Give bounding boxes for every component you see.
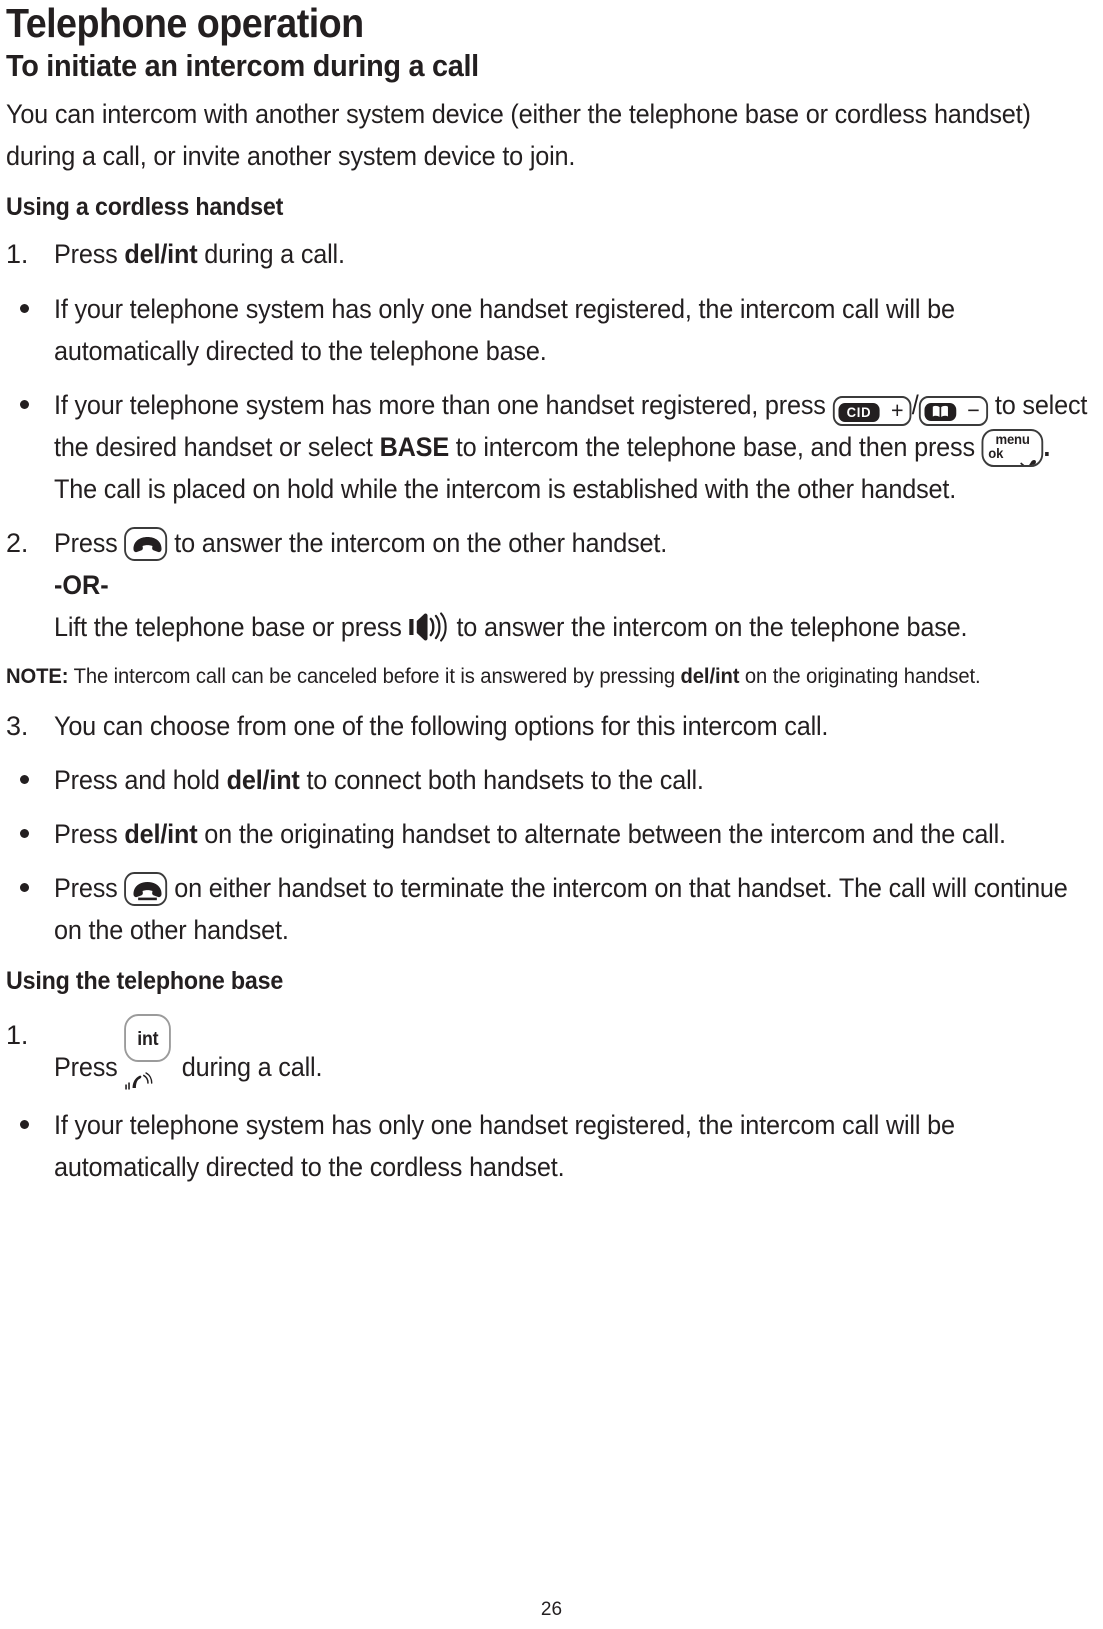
list-item: If your telephone system has only one ha…	[6, 288, 1097, 372]
cordless-handset-steps-3: 3. You can choose from one of the follow…	[6, 705, 1097, 747]
step-1-base-post: during a call.	[174, 1051, 323, 1082]
step-3-cordless: 3. You can choose from one of the follow…	[6, 705, 1097, 747]
cordless-handset-bullets-a: If your telephone system has only one ha…	[6, 288, 1097, 511]
key-int-label: int	[137, 1028, 159, 1050]
bullet-text: If your telephone system has only one ha…	[54, 1109, 955, 1182]
bullet-dot-icon	[20, 303, 29, 313]
bullet-2-part-5: The call is placed on hold while the int…	[54, 474, 957, 505]
note-label: NOTE:	[6, 664, 69, 689]
step-2-cordless: 2. Press to answer the intercom on the o…	[6, 522, 1097, 648]
list-item: If your telephone system has more than o…	[6, 384, 1097, 510]
list-item: Press on either handset to terminate the…	[6, 867, 1097, 951]
section-heading-telephone-base: Using the telephone base	[6, 967, 284, 996]
key-cid-plus-sign: +	[891, 396, 904, 423]
base-keyword: BASE	[379, 431, 450, 462]
bullet-dot-icon	[20, 774, 29, 784]
document-page: Telephone operation To initiate an inter…	[0, 0, 1103, 1629]
key-cid-up: CID +	[832, 395, 912, 426]
key-int: int	[124, 1013, 172, 1062]
bullet-3-part-1: Press and hold	[54, 764, 227, 795]
bullet-3-part-2: to connect both handsets to the call.	[299, 764, 704, 795]
key-menu-line-2: ok	[988, 444, 1004, 461]
intro-paragraph: You can intercom with another system dev…	[6, 98, 1031, 171]
list-item: If your telephone system has only one ha…	[6, 1104, 1097, 1188]
list-item: Press and hold del/int to connect both h…	[6, 759, 1097, 801]
list-item: Press del/int on the originating handset…	[6, 813, 1097, 855]
mute-microphone-icon	[1019, 446, 1038, 465]
step-number: 3.	[6, 710, 29, 741]
intercom-waves-icon	[124, 1068, 156, 1098]
bullet-text: If your telephone system has only one ha…	[54, 293, 955, 366]
cordless-handset-steps-2: 2. Press to answer the intercom on the o…	[6, 522, 1097, 648]
step-2-alt-pre: Lift the telephone base or press	[54, 612, 409, 643]
key-cid-cap-label: CID	[838, 402, 880, 422]
key-int-wrapper: int	[124, 1013, 174, 1090]
step-text: Press int during a call.	[54, 1013, 1097, 1090]
step-2-pre: Press	[54, 528, 125, 559]
key-phonebook-down: −	[918, 395, 989, 426]
telephone-base-steps: 1. Press int during a call.	[6, 1013, 1097, 1090]
bullet-5-part-1: Press	[54, 873, 125, 904]
cordless-handset-bullets-b: Press and hold del/int to connect both h…	[6, 759, 1097, 951]
note-part-1: The intercom call can be canceled before…	[68, 664, 681, 689]
speakerphone-icon	[409, 611, 450, 643]
step-1-post: during a call.	[197, 239, 345, 270]
step-number: 2.	[6, 528, 29, 559]
bullet-text: Press on either handset to terminate the…	[54, 867, 1097, 951]
note-key-del-int: del/int	[680, 664, 740, 689]
bullet-5-part-2: on either handset to terminate the inter…	[54, 873, 1068, 946]
bullet-2-period: .	[1043, 431, 1051, 462]
page-title: Telephone operation	[6, 0, 364, 46]
or-separator: -OR-	[54, 570, 109, 601]
bullet-dot-icon	[20, 399, 29, 409]
step-1-base-pre: Press	[54, 1051, 125, 1082]
key-del-int-label: del/int	[124, 239, 198, 270]
step-text: Press del/int during a call.	[54, 233, 1097, 275]
section-heading-cordless-handset: Using a cordless handset	[6, 192, 284, 221]
bullet-text: Press del/int on the originating handset…	[54, 813, 1097, 855]
phonebook-icon	[924, 402, 957, 421]
step-2-post: to answer the intercom on the other hand…	[167, 528, 668, 559]
step-1-pre: Press	[54, 239, 125, 270]
handset-talk-icon	[124, 527, 168, 562]
step-number: 1.	[6, 1019, 29, 1050]
step-1-cordless: 1. Press del/int during a call.	[6, 233, 1097, 275]
bullet-dot-icon	[20, 828, 29, 838]
step-text: Press to answer the intercom on the othe…	[54, 522, 1097, 648]
bullet-dot-icon	[20, 883, 29, 893]
bullet-text: Press and hold del/int to connect both h…	[54, 759, 1097, 801]
bullet-4-part-1: Press	[54, 818, 125, 849]
key-phonebook-minus-sign: −	[967, 396, 980, 423]
step-1-base: 1. Press int during a call.	[6, 1013, 1097, 1090]
handset-end-icon	[124, 872, 168, 907]
bullet-2-part-3: to intercom the telephone base, and then…	[448, 431, 982, 462]
telephone-base-bullets: If your telephone system has only one ha…	[6, 1104, 1097, 1188]
key-del-int-label: del/int	[124, 818, 198, 849]
bullet-4-part-2: on the originating handset to alternate …	[197, 818, 1006, 849]
key-del-int-label: del/int	[226, 764, 300, 795]
step-number: 1.	[6, 239, 29, 270]
key-separator: /	[911, 389, 919, 420]
bullet-2-part-1: If your telephone system has more than o…	[54, 389, 833, 420]
note-paragraph: NOTE: The intercom call can be canceled …	[6, 660, 1093, 692]
page-subtitle: To initiate an intercom during a call	[6, 48, 479, 84]
note-part-2: on the originating handset.	[739, 664, 981, 689]
cordless-handset-steps: 1. Press del/int during a call.	[6, 233, 1097, 275]
key-menu-ok: menu ok	[981, 428, 1044, 467]
bullet-dot-icon	[20, 1119, 29, 1129]
bullet-text: If your telephone system has more than o…	[54, 384, 1097, 510]
step-text: You can choose from one of the following…	[54, 710, 829, 741]
page-number: 26	[540, 1599, 563, 1620]
step-2-alt-post: to answer the intercom on the telephone …	[449, 612, 968, 643]
